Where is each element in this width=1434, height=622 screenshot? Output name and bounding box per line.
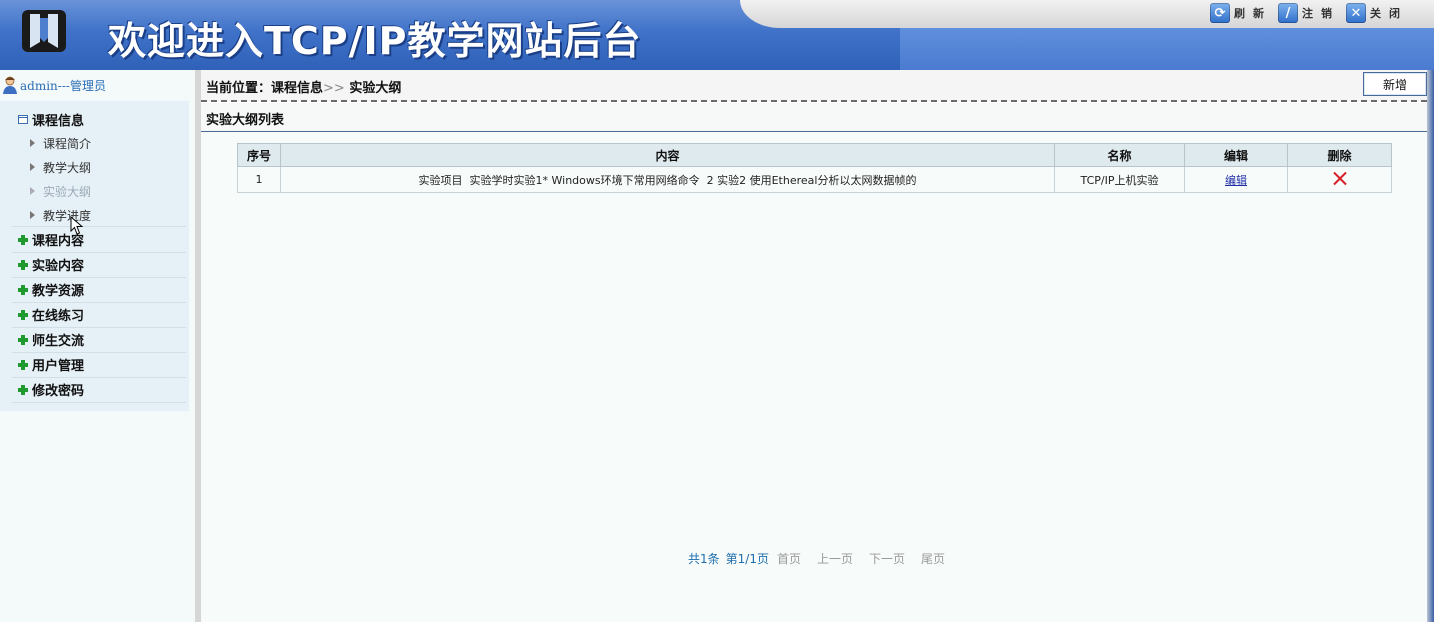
logout-icon[interactable]: / (1278, 3, 1298, 23)
menu-group-course-info[interactable]: 课程信息 (12, 107, 186, 132)
mouse-cursor-icon (70, 216, 84, 235)
site-title: 欢迎进入TCP/IP教学网站后台 (108, 19, 642, 63)
plus-icon (18, 234, 28, 245)
plus-icon (18, 309, 28, 320)
column-header-edit: 编辑 (1184, 143, 1288, 167)
menu-group-label: 修改密码 (32, 384, 85, 399)
list-header: 实验大纲列表 (201, 103, 1427, 132)
pager-next-link[interactable]: 下一页 (869, 550, 905, 567)
menu-group-change-password[interactable]: 修改密码 (12, 377, 186, 403)
breadcrumb-bar: 当前位置：课程信息>> 实验大纲 新增 (201, 70, 1427, 102)
menu-group-experiment-content[interactable]: 实验内容 (12, 252, 186, 278)
pager-total: 共1条 (688, 552, 720, 566)
plus-icon (18, 359, 28, 370)
submenu-item-label: 教学大纲 (43, 160, 92, 175)
pagination: 共1条 第1/1页 首页 上一页 下一页 尾页 (688, 550, 961, 567)
triangle-right-icon (30, 163, 35, 171)
submenu-item-course-intro[interactable]: 课程简介 (30, 133, 91, 153)
user-info: admin---管理员 (0, 73, 106, 97)
top-actions: ⟳ 刷新 / 注销 ✕ 关闭 (1210, 2, 1410, 24)
column-header-index: 序号 (237, 143, 281, 167)
submenu-item-label: 课程简介 (43, 136, 92, 151)
menu-group-course-content[interactable]: 课程内容 (12, 227, 186, 253)
user-label: admin---管理员 (20, 78, 106, 93)
cell-name: TCP/IP上机实验 (1054, 166, 1185, 193)
menu-group-label: 师生交流 (32, 334, 85, 349)
breadcrumb-current: 实验大纲 (349, 81, 402, 96)
menu-group-online-practice[interactable]: 在线练习 (12, 302, 186, 328)
menu-group-label: 用户管理 (32, 359, 85, 374)
column-header-delete: 删除 (1287, 143, 1392, 167)
pager-last-link[interactable]: 尾页 (921, 550, 945, 567)
logout-button[interactable]: 注销 (1302, 5, 1340, 21)
list-title: 实验大纲列表 (206, 113, 285, 128)
menu-group-teaching-resources[interactable]: 教学资源 (12, 277, 186, 303)
plus-icon (18, 259, 28, 270)
pager-first-link[interactable]: 首页 (777, 550, 801, 567)
column-header-content: 内容 (280, 143, 1055, 167)
refresh-button[interactable]: 刷新 (1234, 5, 1272, 21)
data-table: 序号 内容 名称 编辑 删除 1 实验项目 实验学时实验1* Windows环境… (237, 143, 1392, 193)
menu-group-label: 课程信息 (32, 114, 85, 129)
pager-prev-link[interactable]: 上一页 (817, 550, 853, 567)
user-avatar-icon (3, 76, 17, 94)
submenu-item-teaching-outline[interactable]: 教学大纲 (30, 157, 91, 177)
cell-delete (1287, 166, 1392, 193)
column-header-name: 名称 (1054, 143, 1185, 167)
cell-content: 实验项目 实验学时实验1* Windows环境下常用网络命令 2 实验2 使用E… (280, 166, 1055, 193)
folder-open-icon (18, 115, 28, 124)
menu-group-label: 在线练习 (32, 309, 85, 324)
submenu-item-label: 实验大纲 (43, 184, 92, 199)
breadcrumb-separator: >> (323, 81, 345, 96)
breadcrumb-prefix: 当前位置： (206, 81, 272, 96)
menu-group-label: 实验内容 (32, 259, 85, 274)
window-right-edge (1427, 70, 1434, 622)
close-button[interactable]: 关闭 (1370, 5, 1408, 21)
plus-icon (18, 284, 28, 295)
delete-x-icon[interactable] (1333, 171, 1347, 185)
menu-group-label: 教学资源 (32, 284, 85, 299)
edit-link[interactable]: 编辑 (1225, 174, 1247, 187)
menu-group-user-management[interactable]: 用户管理 (12, 352, 186, 378)
pager-page: 第1/1页 (725, 552, 769, 566)
add-button[interactable]: 新增 (1363, 72, 1427, 96)
cell-index: 1 (237, 166, 281, 193)
menu-group-communication[interactable]: 师生交流 (12, 327, 186, 353)
table-row: 1 实验项目 实验学时实验1* Windows环境下常用网络命令 2 实验2 使… (237, 166, 1392, 193)
submenu-item-experiment-outline[interactable]: 实验大纲 (30, 181, 91, 201)
close-icon[interactable]: ✕ (1346, 3, 1366, 23)
header-right-band (900, 28, 1434, 70)
triangle-right-icon (30, 187, 35, 195)
plus-icon (18, 384, 28, 395)
triangle-right-icon (30, 211, 35, 219)
table-header-row: 序号 内容 名称 编辑 删除 (237, 143, 1392, 167)
refresh-icon[interactable]: ⟳ (1210, 3, 1230, 23)
cell-edit: 编辑 (1184, 166, 1288, 193)
header-banner: 欢迎进入TCP/IP教学网站后台 ⟳ 刷新 / 注销 ✕ 关闭 (0, 0, 1434, 70)
content-area (201, 132, 1427, 622)
triangle-right-icon (30, 139, 35, 147)
breadcrumb-section: 课程信息 (271, 81, 324, 96)
site-logo (22, 10, 66, 52)
breadcrumb: 当前位置：课程信息>> 实验大纲 (206, 77, 401, 96)
plus-icon (18, 334, 28, 345)
